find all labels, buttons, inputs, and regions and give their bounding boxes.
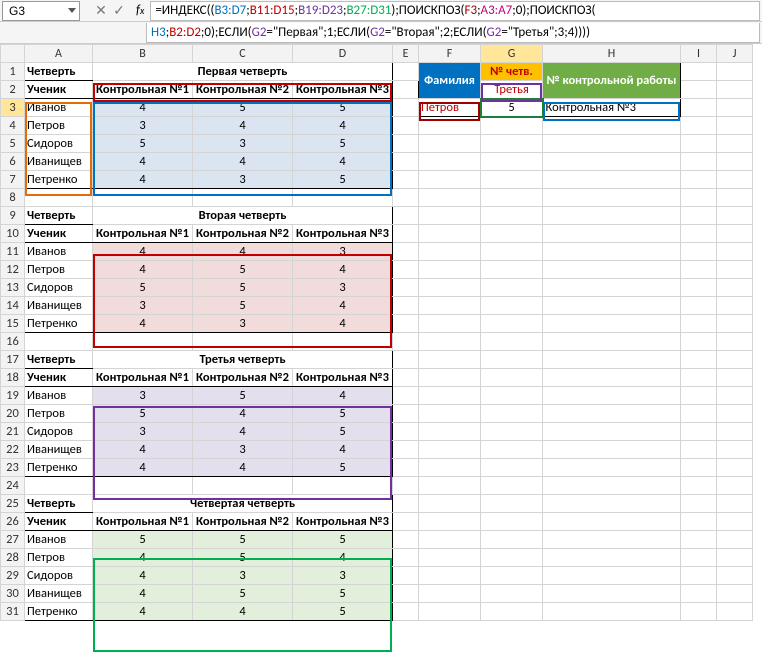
cell[interactable]: Иванов (25, 99, 93, 117)
cell[interactable]: Первая четверть (93, 63, 393, 81)
row-24: 24 (1, 477, 753, 495)
row-8: 8 (1, 189, 753, 207)
row-21: 21Сидоров345 (1, 423, 753, 441)
row-31: 31Петренко445 (1, 603, 753, 621)
row-28: 28Петров454 (1, 549, 753, 567)
cancel-icon[interactable]: ✕ (92, 2, 110, 19)
row-13: 13Сидоров553 (1, 279, 753, 297)
row-4: 4Петров344 (1, 117, 753, 135)
formula-bar-line2: H3;B2:D2;0);ЕСЛИ(G2="Первая";1;ЕСЛИ(G2="… (0, 22, 762, 44)
cell[interactable]: 5 (293, 99, 393, 117)
cell[interactable]: Фамилия (419, 63, 481, 99)
row-11: 11Иванов443 (1, 243, 753, 261)
cell[interactable]: 5 (193, 99, 293, 117)
cell[interactable]: № контрольной работы (543, 63, 681, 99)
row-7: 7Петренко435 (1, 171, 753, 189)
namebox-dropdown[interactable] (68, 8, 76, 13)
row-6: 6Иванищев444 (1, 153, 753, 171)
cell-G3[interactable]: 5 (481, 99, 543, 117)
formula-bar: ✕ ✓ fx =ИНДЕКС((B3:D7;B11:D15;B19:D23;B2… (0, 0, 762, 22)
cell[interactable]: 4 (93, 99, 193, 117)
row-19: 19Иванов354 (1, 387, 753, 405)
row-23: 23Петренко445 (1, 459, 753, 477)
column-headers[interactable]: ABCDEFGHIJ (1, 45, 753, 63)
formula-input[interactable]: =ИНДЕКС((B3:D7;B11:D15;B19:D23;B27:D31);… (150, 1, 760, 21)
row-17: 17ЧетвертьТретья четверть (1, 351, 753, 369)
row-20: 20Петров545 (1, 405, 753, 423)
cell-G2[interactable]: Третья (481, 81, 543, 99)
row-22: 22Иванищев434 (1, 441, 753, 459)
cell[interactable]: Контрольная №1 (93, 81, 193, 99)
row-26: 26УченикКонтрольная №1Контрольная №2Конт… (1, 513, 753, 531)
row-5: 5Сидоров535 (1, 135, 753, 153)
cell[interactable]: Контрольная №3 (293, 81, 393, 99)
row-25: 25ЧетвертьЧетвертая четверть (1, 495, 753, 513)
cell-F3[interactable]: Петров (419, 99, 481, 117)
row-14: 14Иванищев354 (1, 297, 753, 315)
row-9: 9ЧетвертьВторая четверть (1, 207, 753, 225)
cell[interactable]: Ученик (25, 81, 93, 99)
row-1: 1 Четверть Первая четверть Фамилия № чет… (1, 63, 753, 81)
row-10: 10УченикКонтрольная №1Контрольная №2Конт… (1, 225, 753, 243)
row-30: 30Иванищев455 (1, 585, 753, 603)
row-3: 3 Иванов 4 5 5 Петров 5 Контрольная №3 (1, 99, 753, 117)
row-16: 16 (1, 333, 753, 351)
row-15: 15Петренко434 (1, 315, 753, 333)
cell[interactable]: Четверть (25, 63, 93, 81)
row-12: 12Петров454 (1, 261, 753, 279)
row-29: 29Сидоров433 (1, 567, 753, 585)
row-18: 18УченикКонтрольная №1Контрольная №2Конт… (1, 369, 753, 387)
confirm-icon[interactable]: ✓ (110, 2, 128, 19)
cell-H3[interactable]: Контрольная №3 (543, 99, 681, 117)
formula-input-line2[interactable]: H3;B2:D2;0);ЕСЛИ(G2="Первая";1;ЕСЛИ(G2="… (146, 23, 760, 43)
cell[interactable]: Контрольная №2 (193, 81, 293, 99)
fx-icon[interactable]: fx (136, 3, 144, 18)
row-27: 27Иванов555 (1, 531, 753, 549)
cell[interactable]: № четв. (481, 63, 543, 81)
spreadsheet-grid[interactable]: ABCDEFGHIJ 1 Четверть Первая четверть Фа… (0, 44, 753, 621)
